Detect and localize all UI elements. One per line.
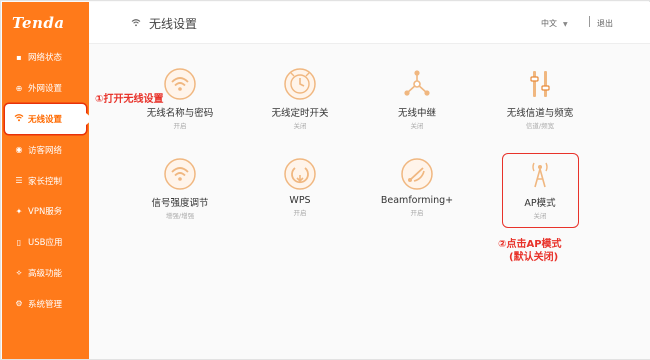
sidebar-menu: ▪ 网络状态 ⊕ 外网设置 无线设置 ◉ 访客网络 ☰ 家长控制 ✦ VPN服务…: [2, 42, 93, 319]
tile-wireless-repeater[interactable]: 无线中继 关闭: [362, 66, 472, 130]
sidebar-item-label: 外网设置: [28, 84, 63, 95]
wifi-icon: [131, 17, 141, 30]
sidebar-item-label: 无线设置: [28, 114, 63, 125]
sidebar-item-label: VPN服务: [28, 207, 63, 218]
ap-mode-icon: [522, 156, 558, 192]
sidebar-item-label: 系统管理: [28, 299, 63, 310]
usb-icon: ▯: [16, 237, 22, 247]
tenda-logo: Tenda: [12, 14, 65, 32]
sidebar-item-label: 网络状态: [28, 53, 63, 64]
tile-name: 无线定时开关: [271, 108, 329, 119]
tile-beamforming[interactable]: Beamforming+ 开启: [362, 156, 472, 217]
page-title: 无线设置: [131, 15, 197, 32]
wireless-settings-panel: 无线名称与密码 开启 无线定时开关 关闭 无线中继 关闭 无线信道与频宽 信道/…: [89, 44, 650, 359]
chevron-down-icon: ▼: [563, 21, 568, 28]
page-title-text: 无线设置: [149, 17, 198, 31]
language-select[interactable]: 中文 ▼: [541, 18, 568, 29]
tile-name: Beamforming+: [380, 195, 454, 206]
sidebar-item-advanced[interactable]: ⟡ 高级功能: [2, 258, 89, 289]
annotation-step1: ①打开无线设置: [95, 94, 164, 105]
tile-status: 信道/频宽: [525, 122, 555, 130]
tile-status: 开启: [293, 209, 307, 217]
tile-status: 关闭: [293, 122, 307, 130]
beamforming-icon: [399, 156, 435, 192]
tile-status: 开启: [410, 209, 424, 217]
tile-wps[interactable]: WPS 开启: [245, 156, 355, 217]
app-frame: Tenda ▪ 网络状态 ⊕ 外网设置 无线设置 ◉ 访客网络 ☰ 家长控制 ✦…: [0, 0, 650, 360]
advanced-icon: ⟡: [16, 267, 22, 277]
sidebar: Tenda ▪ 网络状态 ⊕ 外网设置 无线设置 ◉ 访客网络 ☰ 家长控制 ✦…: [2, 2, 93, 359]
logout-link[interactable]: 退出: [597, 18, 613, 29]
tile-wifi-timer[interactable]: 无线定时开关 关闭: [245, 66, 355, 130]
wps-icon: [282, 156, 318, 192]
guest-network-icon: ◉: [15, 145, 23, 155]
tile-status: 增强/增强: [165, 212, 195, 220]
network-status-icon: ▪: [16, 52, 22, 62]
sidebar-item-label: USB应用: [28, 238, 63, 249]
sidebar-item-label: 家长控制: [28, 176, 63, 187]
tile-status: 关闭: [410, 122, 424, 130]
sidebar-item-network-status[interactable]: ▪ 网络状态: [2, 42, 89, 73]
sidebar-item-guest-network[interactable]: ◉ 访客网络: [2, 134, 89, 165]
signal-strength-icon: [162, 156, 198, 192]
wireless-repeater-icon: [399, 66, 435, 102]
sidebar-item-label: 访客网络: [28, 145, 63, 156]
sidebar-item-system[interactable]: ⚙ 系统管理: [2, 288, 89, 319]
sidebar-item-vpn[interactable]: ✦ VPN服务: [2, 196, 89, 227]
sidebar-item-wan-settings[interactable]: ⊕ 外网设置: [2, 73, 89, 104]
system-icon: ⚙: [15, 299, 23, 309]
sidebar-item-parental-control[interactable]: ☰ 家长控制: [2, 165, 89, 196]
wifi-icon: [14, 113, 24, 124]
language-label: 中文: [541, 19, 557, 28]
tile-name: AP模式: [524, 198, 556, 209]
sidebar-item-usb[interactable]: ▯ USB应用: [2, 227, 89, 258]
sidebar-item-label: 高级功能: [28, 268, 63, 279]
divider: [589, 16, 590, 27]
tile-status: 关闭: [533, 212, 547, 220]
vpn-icon: ✦: [15, 206, 23, 216]
tile-ap-mode[interactable]: AP模式 关闭: [485, 156, 595, 220]
wifi-timer-icon: [282, 66, 318, 102]
channel-bandwidth-icon: [522, 66, 558, 102]
wan-settings-icon: ⊕: [15, 83, 23, 93]
tile-name: 无线名称与密码: [146, 108, 214, 119]
tile-name: 信号强度调节: [151, 198, 209, 209]
top-header: 无线设置 中文 ▼ 退出: [89, 2, 650, 44]
tile-name: WPS: [289, 195, 311, 206]
tile-name: 无线中继: [397, 108, 436, 119]
annotation-step2-note: (默认关闭): [509, 252, 559, 263]
tile-signal-strength[interactable]: 信号强度调节 增强/增强: [125, 156, 235, 220]
wifi-password-icon: [162, 66, 198, 102]
tile-channel-bandwidth[interactable]: 无线信道与频宽 信道/频宽: [485, 66, 595, 130]
parental-control-icon: ☰: [15, 176, 23, 186]
sidebar-item-wireless-settings[interactable]: 无线设置: [5, 103, 93, 135]
tile-status: 开启: [173, 122, 187, 130]
tile-name: 无线信道与频宽: [506, 108, 574, 119]
